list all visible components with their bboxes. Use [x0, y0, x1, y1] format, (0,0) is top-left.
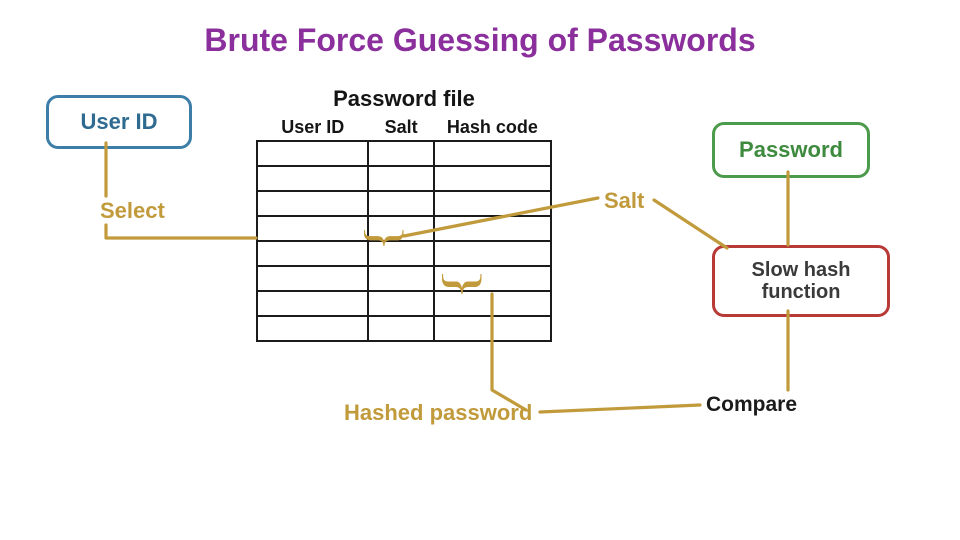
- page-title: Brute Force Guessing of Passwords: [0, 22, 960, 59]
- password-file: Password file User ID Salt Hash code: [256, 86, 552, 342]
- col-user-id: User ID: [257, 116, 368, 141]
- password-box: Password: [712, 122, 870, 178]
- password-file-caption: Password file: [256, 86, 552, 112]
- wire-salt-to-hash: [654, 200, 727, 248]
- wire-select-to-table: [106, 225, 256, 238]
- user-id-box: User ID: [46, 95, 192, 149]
- password-label: Password: [739, 137, 843, 163]
- table-row: [257, 141, 551, 166]
- slow-hash-box: Slow hash function: [712, 245, 890, 317]
- user-id-label: User ID: [80, 109, 157, 135]
- brace-salt-icon: }: [362, 225, 410, 250]
- diagram-stage: Brute Force Guessing of Passwords User I…: [0, 0, 960, 540]
- table-row: [257, 166, 551, 191]
- hashed-password-label: Hashed password: [344, 400, 532, 426]
- table-row: [257, 191, 551, 216]
- select-label: Select: [100, 198, 165, 224]
- table-row: [257, 266, 551, 291]
- slow-hash-line1: Slow hash: [752, 259, 851, 281]
- table-row: [257, 291, 551, 316]
- salt-label: Salt: [604, 188, 644, 214]
- col-hash-code: Hash code: [434, 116, 551, 141]
- wire-hashed-to-compare: [540, 405, 700, 412]
- compare-label: Compare: [706, 393, 797, 417]
- brace-hash-icon: }: [440, 268, 488, 300]
- slow-hash-line2: function: [762, 281, 841, 303]
- col-salt: Salt: [368, 116, 433, 141]
- table-row: [257, 316, 551, 341]
